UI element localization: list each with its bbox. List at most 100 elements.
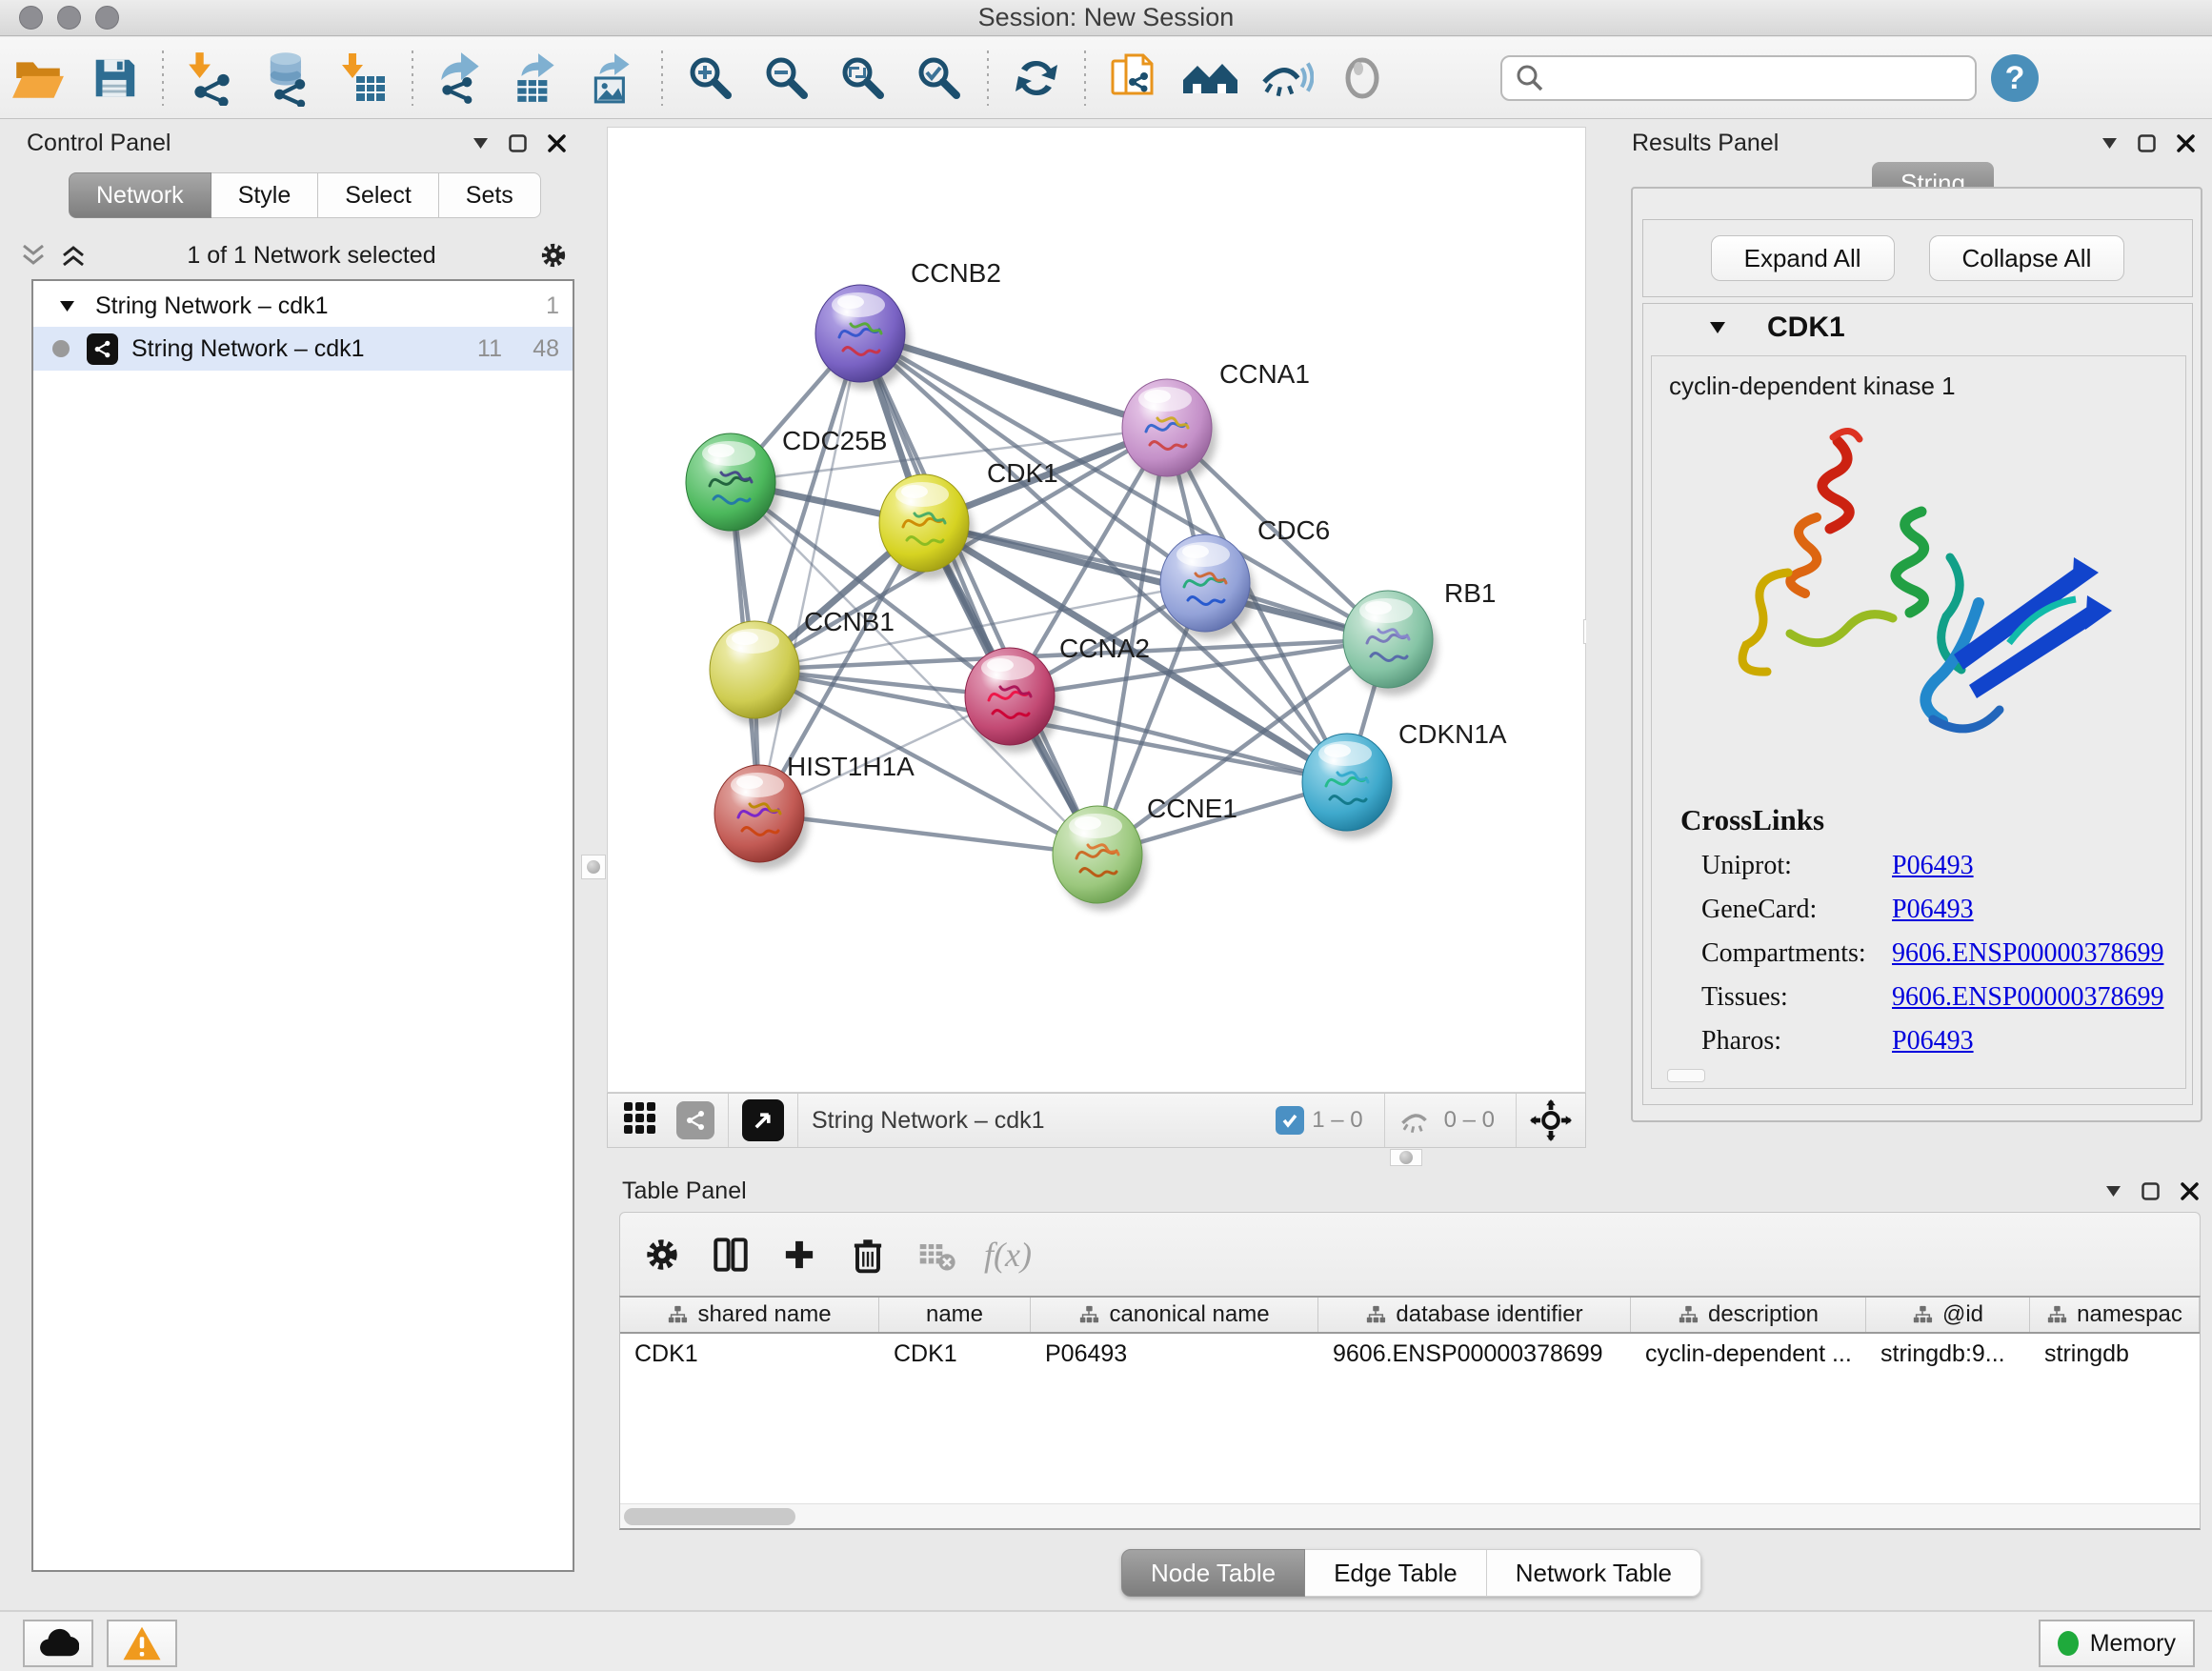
table-cell[interactable]: stringdb:9... <box>1866 1334 2030 1374</box>
collapse-all-icon[interactable] <box>21 244 46 267</box>
collapse-panel-icon[interactable] <box>473 138 488 149</box>
network-view-button[interactable] <box>676 1101 714 1139</box>
table-horizontal-scrollbar[interactable] <box>620 1503 2200 1528</box>
table-cell[interactable]: CDK1 <box>879 1334 1031 1374</box>
table-cell[interactable]: cyclin-dependent ... <box>1631 1334 1866 1374</box>
close-panel-icon[interactable] <box>2181 1182 2199 1200</box>
cloud-status-button[interactable] <box>23 1620 93 1667</box>
search-input[interactable] <box>1546 65 1956 91</box>
zoom-out-button[interactable] <box>756 48 817 109</box>
detach-view-button[interactable] <box>742 1099 784 1141</box>
crosslink-tissues-link[interactable]: 9606.ENSP00000378699 <box>1892 982 2163 1013</box>
zoom-selected-button[interactable] <box>909 48 970 109</box>
network-node-RB1[interactable] <box>1343 591 1433 688</box>
network-node-CCNE1[interactable] <box>1053 806 1142 903</box>
tab-sets[interactable]: Sets <box>439 172 541 218</box>
crosslink-genecard-link[interactable]: P06493 <box>1892 895 1974 925</box>
crosslink-compartments-link[interactable]: 9606.ENSP00000378699 <box>1892 938 2163 969</box>
grid-view-button[interactable] <box>623 1101 657 1140</box>
close-panel-icon[interactable] <box>2177 134 2195 152</box>
collapse-all-button[interactable]: Collapse All <box>1929 235 2125 281</box>
expand-all-button[interactable]: Expand All <box>1711 235 1895 281</box>
section-expander-icon[interactable] <box>1710 322 1725 333</box>
column-header-namespac[interactable]: namespac <box>2030 1298 2200 1332</box>
zoom-fit-icon <box>836 51 890 105</box>
export-network-button[interactable] <box>431 48 492 109</box>
export-table-button[interactable] <box>507 48 568 109</box>
float-panel-icon[interactable] <box>2138 134 2156 152</box>
network-node-CCNB1[interactable] <box>710 621 799 718</box>
selected-checkbox-icon[interactable] <box>1276 1106 1304 1135</box>
import-network-file-button[interactable] <box>181 48 242 109</box>
tab-network-table[interactable]: Network Table <box>1487 1549 1701 1597</box>
clone-network-button[interactable] <box>1103 48 1164 109</box>
column-header--id[interactable]: @id <box>1866 1298 2030 1332</box>
left-splitter-handle[interactable] <box>581 855 606 879</box>
tab-select[interactable]: Select <box>318 172 438 218</box>
column-header-canonical-name[interactable]: canonical name <box>1031 1298 1318 1332</box>
export-image-button[interactable] <box>583 48 644 109</box>
tree-expander-icon[interactable] <box>60 301 74 312</box>
show-graphics-details-button[interactable] <box>1332 48 1393 109</box>
memory-button[interactable]: Memory <box>2039 1620 2195 1667</box>
search-box[interactable] <box>1500 55 1977 101</box>
network-edge[interactable] <box>759 814 1097 855</box>
show-columns-icon[interactable] <box>710 1234 752 1276</box>
help-button[interactable]: ? <box>1984 48 2045 109</box>
open-session-button[interactable] <box>8 48 69 109</box>
zoom-fit-button[interactable] <box>833 48 894 109</box>
birdseye-crosshair-icon[interactable] <box>1530 1099 1572 1141</box>
tab-network[interactable]: Network <box>69 172 211 218</box>
tab-node-table[interactable]: Node Table <box>1121 1549 1305 1597</box>
table-cell[interactable]: CDK1 <box>620 1334 879 1374</box>
eye-icon <box>1336 51 1389 105</box>
control-panel: Control Panel Network Style Select Sets … <box>8 122 583 1601</box>
results-scrollbar[interactable] <box>1667 1069 1705 1082</box>
network-row-selected[interactable]: String Network – cdk1 11 48 <box>33 327 573 371</box>
tab-style[interactable]: Style <box>211 172 319 218</box>
import-network-database-button[interactable] <box>257 48 318 109</box>
network-graph[interactable]: CCNB2CCNA1CDC25BCDK1CDC6RB1CCNB1CCNA2CDK… <box>608 128 1585 1092</box>
column-header-database-identifier[interactable]: database identifier <box>1318 1298 1631 1332</box>
table-cell[interactable]: stringdb <box>2030 1334 2200 1374</box>
network-edge[interactable] <box>759 333 860 814</box>
warnings-button[interactable] <box>107 1620 177 1667</box>
collapse-panel-icon[interactable] <box>2102 138 2117 149</box>
table-row[interactable]: CDK1CDK1P064939606.ENSP00000378699cyclin… <box>620 1334 2200 1374</box>
column-header-name[interactable]: name <box>879 1298 1031 1332</box>
network-node-CDC6[interactable] <box>1160 534 1250 632</box>
table-cell[interactable]: 9606.ENSP00000378699 <box>1318 1334 1631 1374</box>
string-home-button[interactable] <box>1179 48 1240 109</box>
close-panel-icon[interactable] <box>548 134 566 152</box>
network-node-CDKN1A[interactable] <box>1302 734 1392 831</box>
network-node-CDC25B[interactable] <box>686 433 775 531</box>
expand-all-icon[interactable] <box>61 244 86 267</box>
table-options-gear-icon[interactable] <box>641 1234 683 1276</box>
add-column-icon[interactable] <box>778 1234 820 1276</box>
hide-unhide-button[interactable] <box>1256 48 1317 109</box>
network-collection-row[interactable]: String Network – cdk1 1 <box>33 285 573 327</box>
crosslink-uniprot-link[interactable]: P06493 <box>1892 851 1974 881</box>
network-node-CCNB2[interactable] <box>815 285 905 382</box>
network-node-CCNA1[interactable] <box>1122 379 1212 476</box>
float-panel-icon[interactable] <box>509 134 527 152</box>
float-panel-icon[interactable] <box>2142 1182 2160 1200</box>
delete-column-icon[interactable] <box>847 1234 889 1276</box>
import-table-button[interactable] <box>333 48 394 109</box>
crosslink-pharos-link[interactable]: P06493 <box>1892 1026 1974 1057</box>
tab-edge-table[interactable]: Edge Table <box>1305 1549 1487 1597</box>
refresh-layout-button[interactable] <box>1006 48 1067 109</box>
network-canvas[interactable]: CCNB2CCNA1CDC25BCDK1CDC6RB1CCNB1CCNA2CDK… <box>607 127 1586 1093</box>
left-splitter[interactable] <box>583 122 607 1601</box>
bottom-splitter-handle[interactable] <box>1390 1149 1422 1166</box>
network-node-CDK1[interactable] <box>879 474 969 572</box>
scrollbar-thumb[interactable] <box>624 1508 795 1525</box>
column-header-description[interactable]: description <box>1631 1298 1866 1332</box>
column-header-shared-name[interactable]: shared name <box>620 1298 879 1332</box>
network-node-CCNA2[interactable] <box>965 648 1055 745</box>
zoom-in-button[interactable] <box>680 48 741 109</box>
table-cell[interactable]: P06493 <box>1031 1334 1318 1374</box>
network-options-gear-icon[interactable] <box>537 239 570 272</box>
save-session-button[interactable] <box>84 48 145 109</box>
collapse-panel-icon[interactable] <box>2106 1186 2121 1197</box>
